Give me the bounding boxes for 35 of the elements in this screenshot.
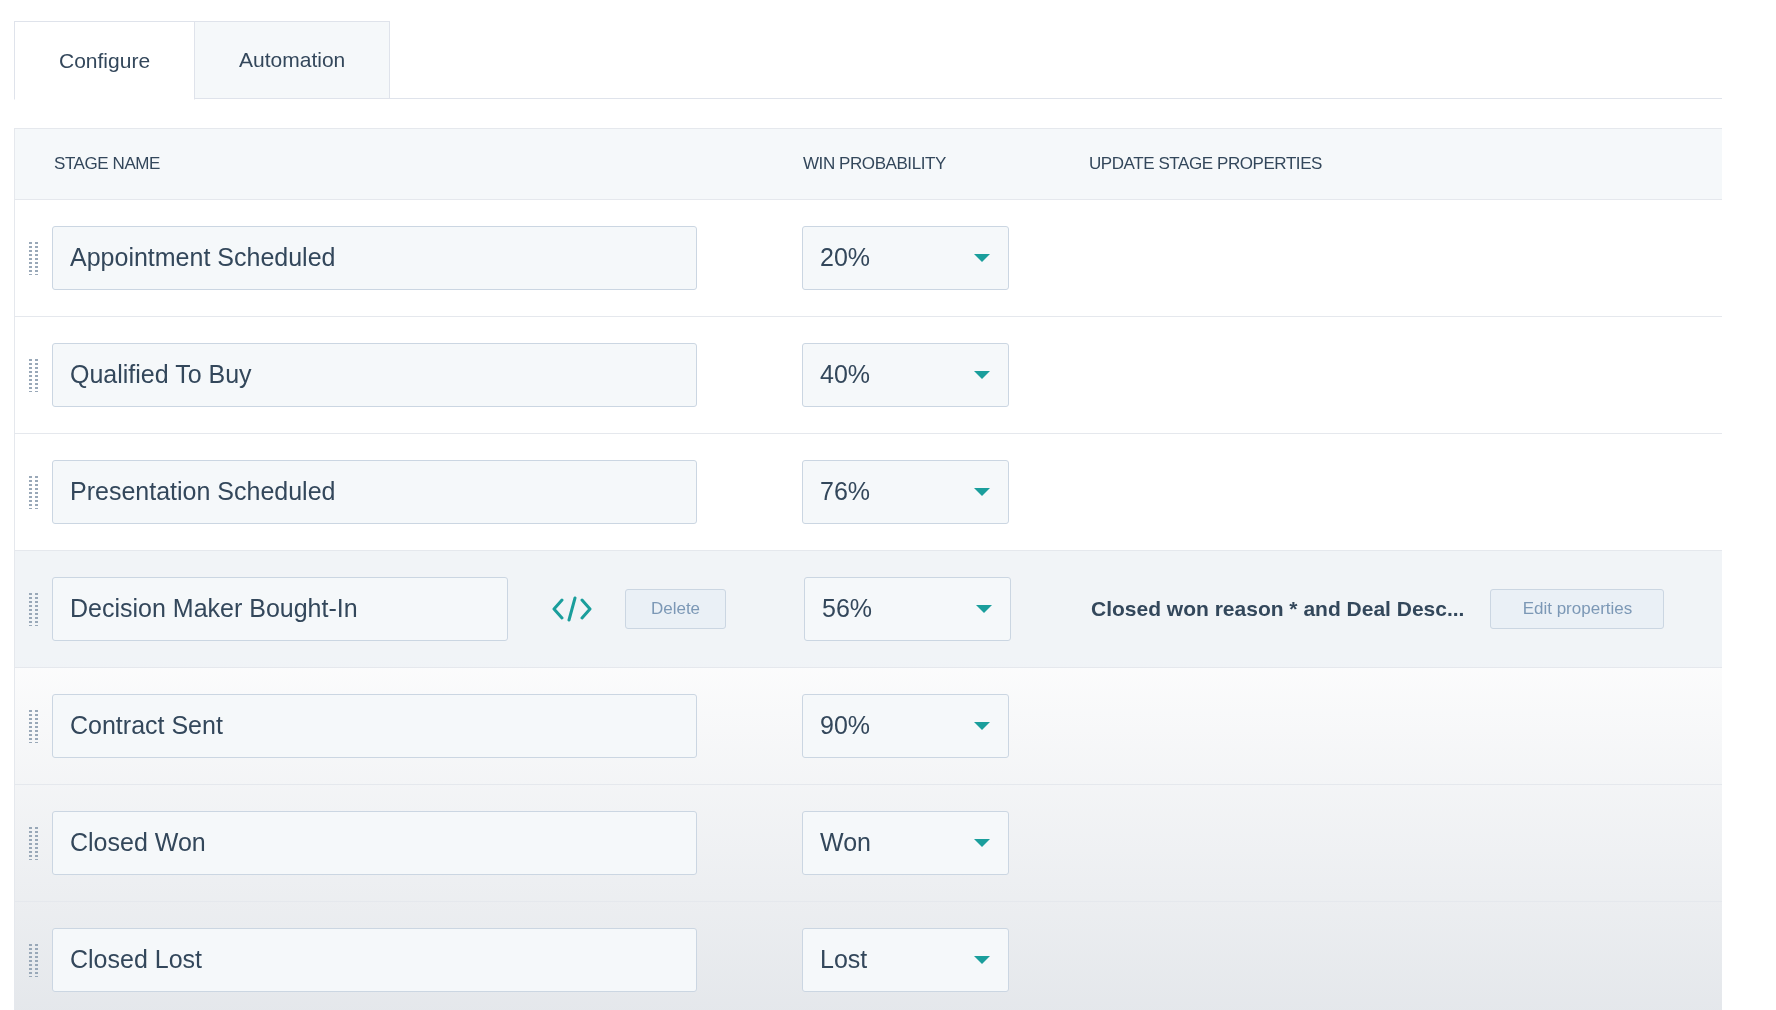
stage-name-field[interactable]: Decision Maker Bought-In [52,577,508,641]
column-header: UPDATE STAGE PROPERTIES [1089,154,1322,174]
drag-handle-icon[interactable] [29,358,39,392]
stage-name-field[interactable]: Closed Won [52,811,697,875]
probability-dropdown[interactable]: 56% [804,577,1011,641]
drag-handle-icon[interactable] [29,826,39,860]
code-icon[interactable] [552,596,592,622]
drag-handle-icon[interactable] [29,592,39,626]
tab[interactable]: Configure [14,21,196,100]
probability-dropdown[interactable]: 20% [802,226,1009,290]
probability-dropdown[interactable]: Won [802,811,1009,875]
column-header: STAGE NAME [54,154,160,174]
caret-icon [973,370,991,380]
caret-icon [973,253,991,263]
caret-icon [973,721,991,731]
probability-dropdown[interactable]: Lost [802,928,1009,992]
stage-name-field[interactable]: Presentation Scheduled [52,460,697,524]
caret-icon [975,604,993,614]
stage-name-field[interactable]: Qualified To Buy [52,343,697,407]
probability-dropdown[interactable]: 40% [802,343,1009,407]
stage-properties-text: Closed won reason * and Deal Desc... [1091,596,1465,623]
stage-name-field[interactable]: Closed Lost [52,928,697,992]
caret-icon [973,487,991,497]
column-header: WIN PROBABILITY [803,154,946,174]
tab[interactable]: Automation [195,21,391,99]
drag-handle-icon[interactable] [29,475,39,509]
drag-handle-icon[interactable] [29,709,39,743]
probability-dropdown[interactable]: 90% [802,694,1009,758]
stage-name-field[interactable]: Appointment Scheduled [52,226,697,290]
probability-dropdown[interactable]: 76% [802,460,1009,524]
stage-name-field[interactable]: Contract Sent [52,694,697,758]
caret-icon [973,838,991,848]
caret-icon [973,955,991,965]
drag-handle-icon[interactable] [29,943,39,977]
drag-handle-icon[interactable] [29,241,39,275]
